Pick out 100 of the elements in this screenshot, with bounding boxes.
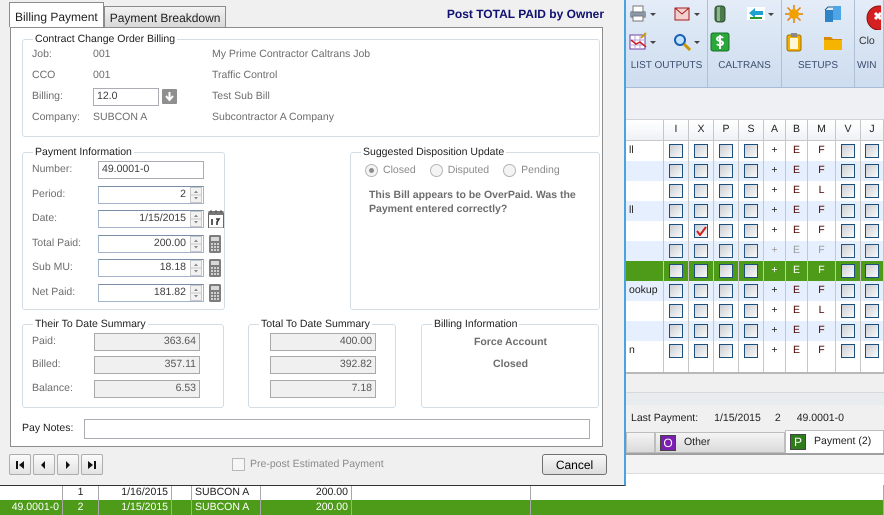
checkbox[interactable] — [841, 304, 855, 318]
checkbox[interactable] — [669, 304, 683, 318]
spinner-icon[interactable] — [190, 260, 202, 276]
scrollbar[interactable] — [626, 372, 884, 393]
checkbox[interactable] — [744, 144, 758, 158]
tab[interactable]: O Other — [655, 432, 785, 453]
column-header[interactable]: M — [817, 122, 826, 138]
checkbox[interactable] — [694, 164, 708, 178]
checkbox[interactable] — [694, 284, 708, 298]
checkbox[interactable] — [865, 264, 879, 278]
checkbox[interactable] — [669, 164, 683, 178]
checkbox[interactable] — [865, 284, 879, 298]
checkbox[interactable] — [719, 224, 733, 238]
input-field[interactable]: 200.00 — [98, 234, 204, 253]
checkbox[interactable] — [719, 204, 733, 218]
checkbox[interactable] — [744, 324, 758, 338]
download-button[interactable] — [162, 89, 177, 104]
checkbox[interactable] — [841, 184, 855, 198]
checkbox[interactable] — [744, 204, 758, 218]
checkbox[interactable] — [669, 224, 683, 238]
calculator-icon[interactable] — [208, 259, 222, 278]
checkbox[interactable] — [669, 204, 683, 218]
column-header[interactable]: V — [844, 122, 852, 138]
checkbox[interactable] — [865, 204, 879, 218]
checkbox[interactable] — [669, 344, 683, 358]
checkbox[interactable] — [669, 144, 683, 158]
calculator-icon[interactable] — [208, 234, 222, 253]
checkbox[interactable] — [841, 224, 855, 238]
spinner-icon[interactable] — [190, 211, 202, 228]
last-button[interactable] — [81, 454, 103, 475]
column-header[interactable]: P — [722, 122, 730, 138]
checkbox[interactable] — [719, 344, 733, 358]
checkbox[interactable] — [841, 324, 855, 338]
checkbox[interactable] — [669, 284, 683, 298]
checkbox[interactable] — [719, 184, 733, 198]
cancel-button[interactable]: Cancel — [542, 454, 607, 475]
checkbox[interactable] — [694, 324, 708, 338]
checkbox[interactable] — [841, 204, 855, 218]
spinner-icon[interactable] — [190, 284, 202, 301]
grid-row[interactable]: n + E F — [626, 341, 884, 361]
notes-field[interactable] — [84, 419, 590, 439]
checkbox[interactable] — [719, 304, 733, 318]
spinner-icon[interactable] — [190, 186, 202, 203]
column-header[interactable]: J — [869, 122, 875, 138]
checkbox[interactable] — [744, 344, 758, 358]
column-header[interactable]: A — [770, 122, 778, 138]
grid-row[interactable]: + E F — [626, 321, 884, 341]
checkbox[interactable] — [865, 224, 879, 238]
grid-row[interactable]: + E F — [626, 261, 884, 281]
column-header[interactable]: S — [747, 122, 754, 138]
column-header[interactable]: X — [697, 122, 704, 138]
checkbox[interactable] — [841, 144, 855, 158]
checkbox[interactable] — [744, 224, 758, 238]
checkbox[interactable] — [669, 184, 683, 198]
grid-row[interactable]: + E F — [626, 161, 884, 181]
calculator-icon[interactable] — [208, 284, 222, 302]
checkbox[interactable] — [694, 304, 708, 318]
input-field[interactable]: 18.18 — [98, 259, 204, 278]
tab[interactable]: Payment Breakdown — [104, 6, 226, 27]
checkbox[interactable] — [865, 324, 879, 338]
checkbox[interactable] — [669, 264, 683, 278]
checkbox[interactable] — [841, 284, 855, 298]
checkbox[interactable] — [694, 144, 708, 158]
checkbox[interactable] — [744, 284, 758, 298]
input-field[interactable]: 181.82 — [98, 284, 204, 302]
calendar-icon[interactable] — [208, 210, 224, 228]
checkbox[interactable] — [841, 164, 855, 178]
grid-row[interactable]: ll + E F — [626, 201, 884, 221]
checkbox[interactable] — [865, 344, 879, 358]
checkbox[interactable] — [865, 304, 879, 318]
table-row[interactable]: 49.0001-0 2 1/15/2015 SUBCON A 200.00 — [0, 500, 884, 515]
grid-row[interactable]: ookup + E F — [626, 281, 884, 301]
checkbox[interactable] — [719, 144, 733, 158]
input-field[interactable]: 2 — [98, 186, 204, 204]
checkbox[interactable] — [841, 344, 855, 358]
checkbox[interactable] — [719, 164, 733, 178]
checkbox[interactable] — [865, 184, 879, 198]
checkbox[interactable] — [669, 324, 683, 338]
input-field[interactable]: 12.0 — [93, 88, 159, 106]
column-header[interactable]: I — [674, 122, 678, 138]
input-field[interactable]: 49.0001-0 — [98, 161, 204, 180]
checkbox[interactable] — [744, 304, 758, 318]
checkbox[interactable] — [694, 204, 708, 218]
close-label[interactable]: Clo — [859, 34, 875, 50]
checkbox[interactable] — [841, 264, 855, 278]
checkbox[interactable] — [744, 184, 758, 198]
checkbox[interactable] — [865, 144, 879, 158]
checkbox[interactable] — [744, 264, 758, 278]
checkbox[interactable] — [694, 184, 708, 198]
checkbox[interactable] — [744, 164, 758, 178]
input-field[interactable]: 1/15/2015 — [98, 210, 204, 228]
checkbox[interactable] — [719, 324, 733, 338]
checkbox[interactable] — [694, 264, 708, 278]
spinner-icon[interactable] — [190, 236, 202, 252]
checkbox[interactable] — [719, 284, 733, 298]
tab[interactable]: P Payment (2) — [785, 430, 884, 453]
column-header[interactable]: B — [792, 122, 800, 138]
checkbox[interactable] — [719, 264, 733, 278]
checkbox[interactable] — [865, 164, 879, 178]
next-button[interactable] — [57, 454, 79, 475]
